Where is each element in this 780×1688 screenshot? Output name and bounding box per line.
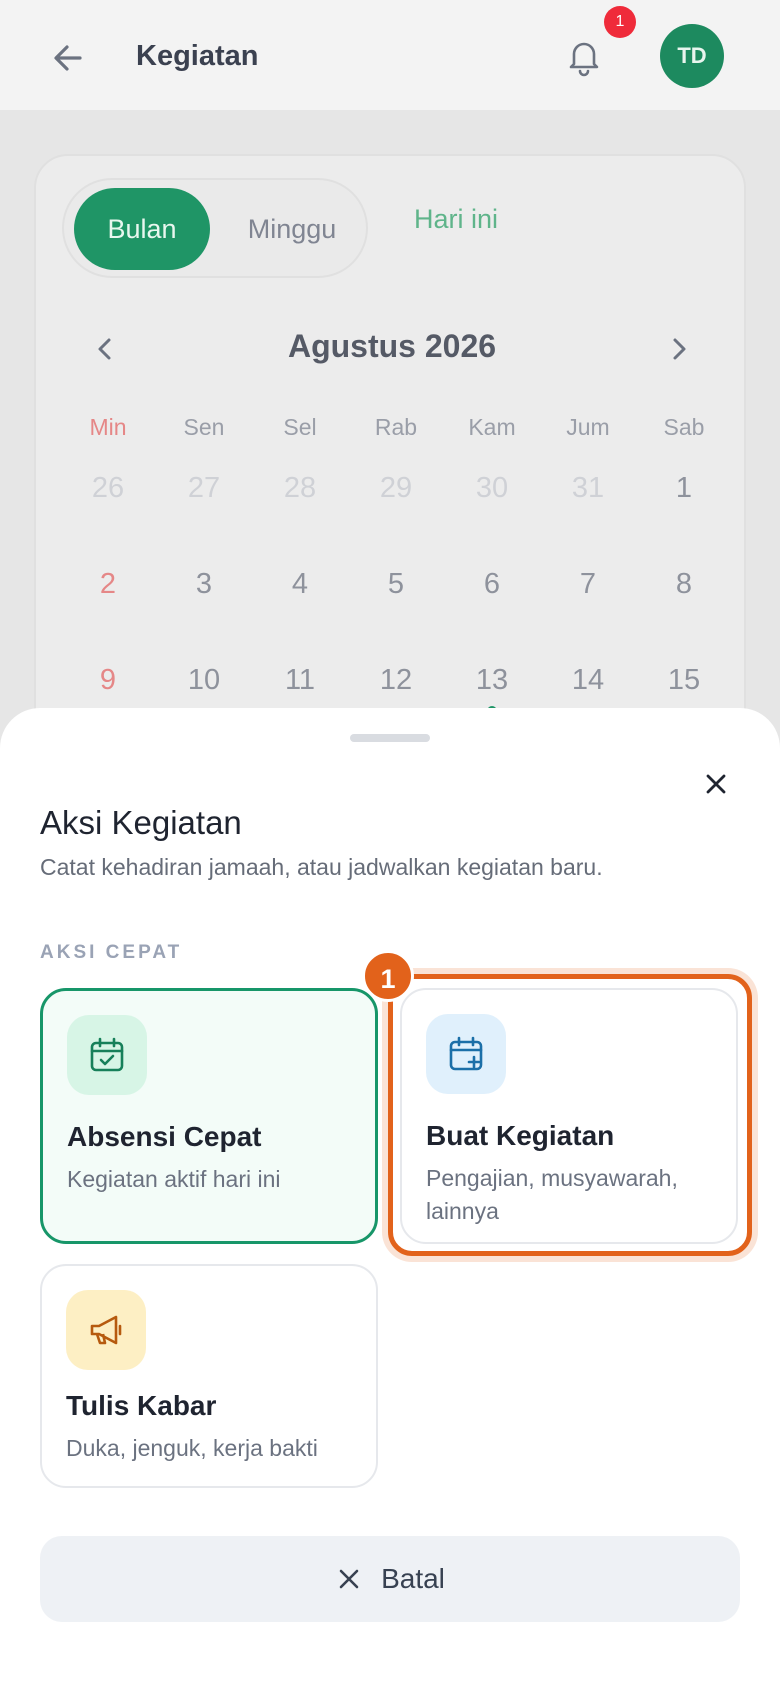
cancel-button-content: Batal [40,1536,740,1622]
calendar-day[interactable]: 3 [156,568,252,601]
section-label: AKSI CEPAT [40,942,183,963]
calendar-day[interactable]: 7 [540,568,636,601]
card-title: Tulis Kabar [66,1390,217,1421]
calendar-day[interactable]: 15 [636,664,732,697]
weekday-label: Kam [468,414,516,440]
write-news-card[interactable]: Tulis Kabar Duka, jenguk, kerja bakti [40,1264,378,1488]
calendar-day[interactable]: 26 [60,472,156,505]
calendar-day[interactable]: 9 [60,664,156,697]
avatar[interactable]: TD [660,24,724,88]
calendar-day[interactable]: 8 [636,568,732,601]
card-description: Duka, jenguk, kerja bakti [66,1435,318,1461]
calendar-check-icon [90,1037,124,1072]
calendar-day[interactable]: 13 [444,664,540,697]
calendar-day[interactable]: 2 [60,568,156,601]
step-marker: 1 [362,950,414,1002]
card-description: Kegiatan aktif hari ini [67,1166,281,1192]
megaphone-icon [90,1315,122,1345]
close-icon [339,1569,359,1589]
calendar-day[interactable]: 28 [252,472,348,505]
close-icon [706,774,726,794]
notifications-button[interactable] [562,34,606,78]
back-button[interactable] [48,38,88,78]
calendar-day[interactable]: 5 [348,568,444,601]
next-month-button[interactable] [662,332,696,366]
calendar-day[interactable]: 11 [252,664,348,697]
weekday-label: Rab [374,414,418,440]
card-icon-box [66,1290,146,1370]
calendar-day[interactable]: 30 [444,472,540,505]
calendar-day[interactable]: 4 [252,568,348,601]
month-label: Agustus 2026 [287,328,497,364]
weekday-header: Min Sen Sel Rab Kam Jum Sab [60,414,732,454]
weekday-label: Sel [283,414,317,440]
calendar-day[interactable]: 6 [444,568,540,601]
page-title: Kegiatan [136,40,259,72]
notification-badge: 1 [604,6,636,38]
close-button[interactable] [696,764,736,804]
calendar-day[interactable]: 10 [156,664,252,697]
bell-icon [569,42,599,77]
calendar-day[interactable]: 27 [156,472,252,505]
weekday-label: Jum [566,414,610,440]
chevron-right-icon [673,338,686,360]
chevron-left-icon [98,338,111,360]
previous-month-button[interactable] [88,332,122,366]
card-title: Absensi Cepat [67,1121,262,1152]
calendar-day[interactable]: 12 [348,664,444,697]
sheet-subtitle: Catat kehadiran jamaah, atau jadwalkan k… [40,854,603,880]
weekday-label: Sen [183,414,225,440]
card-icon-box [67,1015,147,1095]
tab-week[interactable]: Minggu [224,188,360,270]
view-toggle: Bulan Minggu [62,178,368,278]
calendar-day[interactable]: 29 [348,472,444,505]
arrow-left-icon [54,45,82,71]
top-app-bar: Kegiatan 1 TD [0,0,780,110]
drag-handle[interactable] [350,734,430,742]
activity-actions-sheet: Aksi Kegiatan Catat kehadiran jamaah, at… [0,708,780,1688]
highlight-frame [388,974,752,1256]
calendar-day[interactable]: 1 [636,472,732,505]
quick-attendance-card[interactable]: Absensi Cepat Kegiatan aktif hari ini [40,988,378,1244]
weekday-label: Min [89,414,127,440]
tab-month[interactable]: Bulan [74,188,210,270]
weekday-label: Sab [663,414,705,440]
calendar-card: Bulan Minggu Hari ini Agustus 2026 Min S… [34,154,746,794]
cancel-button[interactable]: Batal [40,1536,740,1622]
today-link[interactable]: Hari ini [414,204,498,235]
sheet-title: Aksi Kegiatan [40,804,242,841]
cancel-label: Batal [381,1563,445,1594]
calendar-day[interactable]: 14 [540,664,636,697]
calendar-day[interactable]: 31 [540,472,636,505]
